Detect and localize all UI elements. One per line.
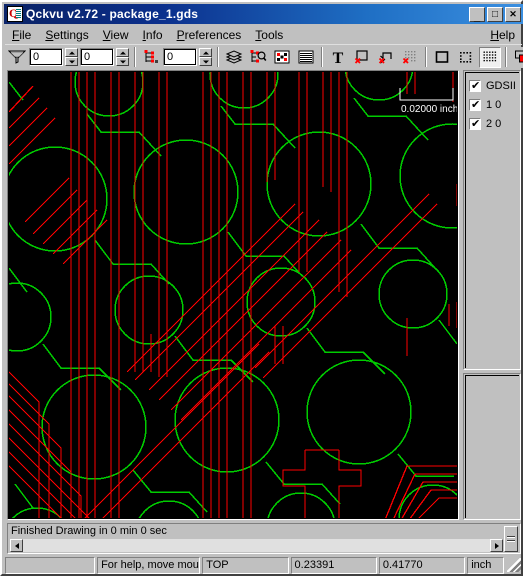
hierarchy-field[interactable]: 0 <box>163 48 197 66</box>
scale-bar-label: 0.02000 inch <box>401 104 457 115</box>
message-log-area: Finished Drawing in 0 min 0 sec <box>7 523 521 554</box>
minimize-icon: _ <box>473 10 481 23</box>
toolbar-separator-5 <box>505 47 507 67</box>
layer-label-2-0: 2 0 <box>486 117 502 130</box>
status-units: inch <box>467 557 504 574</box>
hierarchy-spinner[interactable] <box>199 48 212 66</box>
status-y: 0.41770 <box>378 557 466 574</box>
status-bar: For help, move mous TOP 0.23391 0.41770 … <box>5 556 522 575</box>
layer-checkbox-2-0[interactable]: ✔ <box>469 117 481 130</box>
layer-row-1-0[interactable]: ✔ 1 0 <box>469 96 519 113</box>
toolbar-separator-1 <box>134 47 136 67</box>
menu-preferences[interactable]: Preferences <box>170 27 249 43</box>
hide-box-icon[interactable] <box>351 46 373 68</box>
depth-field-2[interactable]: 0 <box>80 48 114 66</box>
text-icon[interactable]: T <box>327 46 349 68</box>
log-horizontal-scrollbar[interactable] <box>10 539 503 552</box>
depth-spinner-2-up[interactable] <box>116 48 129 57</box>
app-icon-bars <box>16 9 21 18</box>
layer-label-gdsii: GDSII <box>486 79 516 92</box>
find-zoom-icon[interactable] <box>247 46 269 68</box>
hide-path-icon[interactable] <box>375 46 397 68</box>
menu-help[interactable]: Help <box>483 27 522 43</box>
application-window: Q Qckvu v2.72 - package_1.gds _ □ ✕ File… <box>0 0 523 576</box>
depth-spinner-1[interactable] <box>65 48 78 66</box>
log-resize-handle[interactable] <box>504 526 518 552</box>
maximize-button[interactable]: □ <box>487 6 503 22</box>
hierarchy-spinner-up[interactable] <box>199 48 212 57</box>
layer-list-inner: ✔ GDSII ✔ 1 0 ✔ 2 0 <box>465 72 519 368</box>
status-x: 0.23391 <box>290 557 377 574</box>
dotted-outline-icon[interactable] <box>455 46 477 68</box>
check-icon: ✔ <box>471 79 481 92</box>
properties-panel[interactable] <box>463 373 521 520</box>
status-empty <box>5 557 96 574</box>
hide-fill-icon[interactable] <box>399 46 421 68</box>
layers-icon[interactable] <box>223 46 245 68</box>
layer-checkbox-gdsii[interactable]: ✔ <box>469 79 481 92</box>
check-icon: ✔ <box>471 117 481 130</box>
fill-lines-icon[interactable] <box>295 46 317 68</box>
window-buttons: _ □ ✕ <box>469 6 521 23</box>
depth-spinner-2-down[interactable] <box>116 57 129 66</box>
toolbar: 0 0 0 T <box>5 44 523 69</box>
menu-view[interactable]: View <box>96 27 136 43</box>
window-title: Qckvu v2.72 - package_1.gds <box>26 7 199 21</box>
solid-fill-icon[interactable] <box>479 46 501 68</box>
depth-spinner-1-up[interactable] <box>65 48 78 57</box>
outline-icon[interactable] <box>431 46 453 68</box>
menu-settings[interactable]: Settings <box>38 27 95 43</box>
funnel-filter-icon[interactable] <box>6 46 28 68</box>
menu-tools[interactable]: Tools <box>248 27 290 43</box>
colors-grid-icon[interactable] <box>271 46 293 68</box>
layer-label-1-0: 1 0 <box>486 98 502 111</box>
close-button[interactable]: ✕ <box>505 6 521 22</box>
window-resize-grip[interactable] <box>506 557 522 573</box>
status-help: For help, move mous <box>97 557 201 574</box>
title-bar[interactable]: Q Qckvu v2.72 - package_1.gds _ □ ✕ <box>4 4 523 24</box>
resize-handle-line <box>507 536 515 538</box>
hierarchy-tree-icon[interactable] <box>140 46 162 68</box>
menu-file[interactable]: File <box>5 27 38 43</box>
depth-spinner-2[interactable] <box>116 48 129 66</box>
scroll-right-button[interactable] <box>490 539 503 552</box>
gds-layout-graphic: 0.02000 inch <box>9 72 457 518</box>
toolbar-separator-4 <box>425 47 427 67</box>
hierarchy-spinner-down[interactable] <box>199 57 212 66</box>
menu-info[interactable]: Info <box>136 27 170 43</box>
drawing-canvas-inner[interactable]: 0.02000 inch <box>9 72 457 518</box>
maximize-icon: □ <box>491 8 499 20</box>
toolbar-separator-3 <box>321 47 323 67</box>
toolbar-separator-2 <box>217 47 219 67</box>
scroll-track[interactable] <box>23 539 490 552</box>
properties-panel-inner <box>465 375 519 518</box>
layer-checkbox-1-0[interactable]: ✔ <box>469 98 481 111</box>
scroll-left-button[interactable] <box>10 539 23 552</box>
close-icon: ✕ <box>509 8 517 19</box>
drawing-canvas[interactable]: 0.02000 inch <box>7 70 459 520</box>
layer-row-gdsii[interactable]: ✔ GDSII <box>469 77 519 94</box>
layer-row-2-0[interactable]: ✔ 2 0 <box>469 115 519 132</box>
resize-handle-line <box>507 540 515 542</box>
depth-field-1[interactable]: 0 <box>29 48 63 66</box>
menu-bar: File Settings View Info Preferences Tool… <box>5 26 522 43</box>
app-q-icon[interactable]: Q <box>7 6 23 22</box>
depth-spinner-1-down[interactable] <box>65 57 78 66</box>
check-icon: ✔ <box>471 98 481 111</box>
minimize-button[interactable]: _ <box>469 6 485 23</box>
svg-text:T: T <box>333 50 344 65</box>
layer-list-panel[interactable]: ✔ GDSII ✔ 1 0 ✔ 2 0 <box>463 70 521 370</box>
copy-layer-icon[interactable] <box>511 46 523 68</box>
log-message: Finished Drawing in 0 min 0 sec <box>11 525 167 537</box>
status-cell: TOP <box>202 557 289 574</box>
